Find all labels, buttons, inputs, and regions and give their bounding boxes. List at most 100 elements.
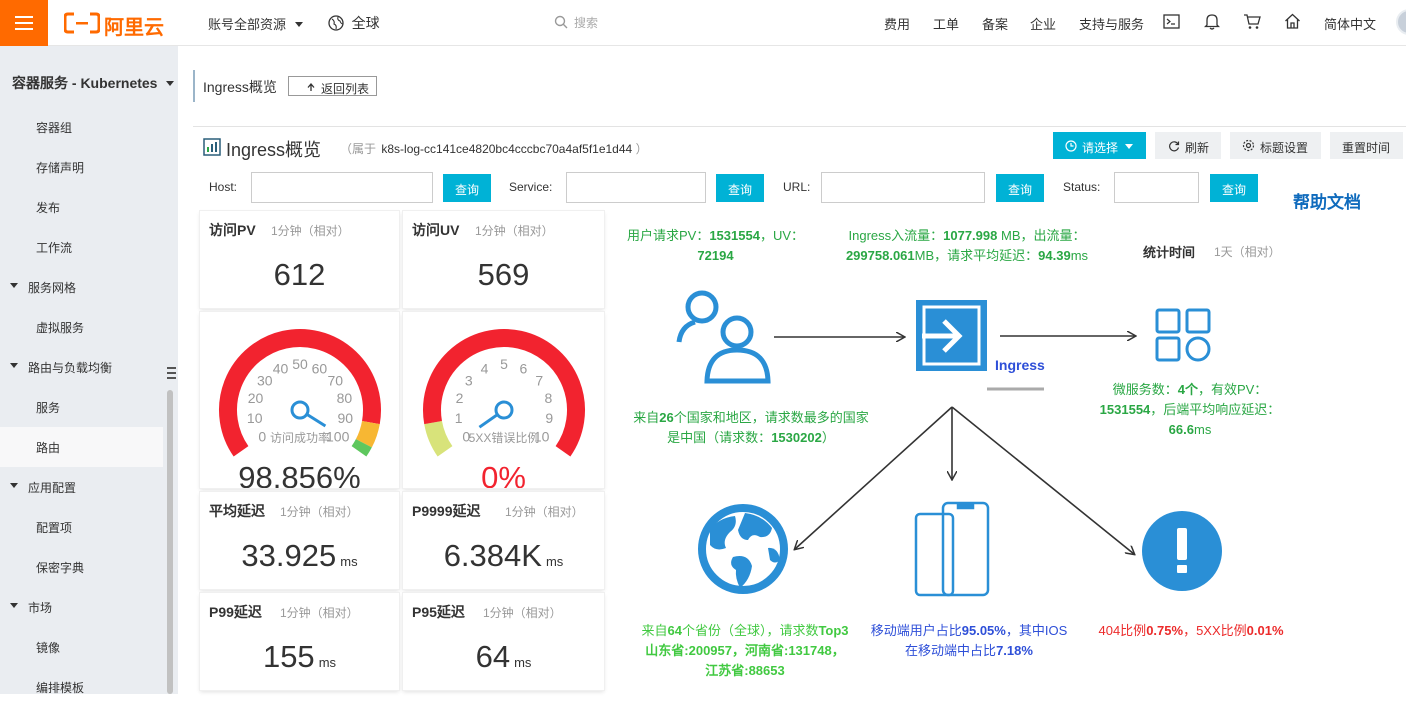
sidebar-group[interactable]: 市场 — [0, 587, 163, 627]
dashboard-icon — [203, 138, 221, 156]
search-box[interactable]: 搜索 — [554, 13, 754, 33]
nav-tickets[interactable]: 工单 — [933, 14, 959, 33]
gauge-tick-label: 1 — [455, 410, 463, 426]
ingress-icon — [916, 300, 987, 371]
service-filter-input[interactable] — [566, 172, 706, 203]
nav-icp[interactable]: 备案 — [982, 14, 1008, 33]
host-filter-input[interactable] — [251, 172, 433, 203]
pv-card: 访问PV 1分钟（相对） 612 — [200, 211, 399, 308]
service-query-button[interactable]: 查询 — [716, 174, 764, 202]
host-query-button[interactable]: 查询 — [443, 174, 491, 202]
back-arrow-icon — [307, 83, 315, 91]
gauge-label: 5XX错误比例 — [469, 431, 540, 445]
sidebar-item[interactable]: 路由 — [0, 427, 163, 467]
back-to-list-button[interactable]: 返回列表 — [288, 76, 377, 96]
mobile-devices-icon — [914, 501, 990, 597]
avatar[interactable] — [1396, 9, 1406, 35]
terminal-icon[interactable] — [1163, 14, 1180, 29]
sidebar-group[interactable]: 应用配置 — [0, 467, 163, 507]
text-part: ，后端平均响应延迟： — [1150, 402, 1281, 417]
gauge-tick-label: 90 — [338, 410, 354, 426]
user-requests-text: 用户请求PV：1531554，UV： 72194 — [613, 226, 818, 266]
sidebar-item[interactable]: 容器组 — [0, 107, 163, 147]
breadcrumb-title: Ingress概览 — [203, 79, 277, 95]
service-count: 4个 — [1177, 382, 1198, 397]
refresh-button[interactable]: 刷新 — [1155, 132, 1221, 159]
language-selector[interactable]: 简体中文 — [1324, 14, 1376, 33]
cart-icon[interactable] — [1243, 13, 1261, 30]
gauge-tick-label: 70 — [327, 372, 343, 388]
time-select-label: 请选择 — [1082, 141, 1119, 155]
sidebar-item[interactable]: 服务 — [0, 387, 163, 427]
card-unit: ms — [318, 655, 337, 670]
chevron-down-icon — [294, 22, 303, 27]
card-time-range: 1分钟（相对） — [483, 606, 562, 620]
status-query-button[interactable]: 查询 — [1210, 174, 1258, 202]
menu-icon-line — [15, 16, 33, 18]
sidebar-item[interactable]: 配置项 — [0, 507, 163, 547]
gauge-tick-label: 10 — [247, 410, 263, 426]
card-time-range: 1分钟（相对） — [475, 224, 554, 238]
text-part: ，有效PV： — [1197, 382, 1268, 397]
sidebar-item[interactable]: 发布 — [0, 187, 163, 227]
card-title: P95延迟 — [412, 604, 465, 620]
status-filter-input[interactable] — [1114, 172, 1199, 203]
card-title: 平均延迟 — [209, 503, 265, 519]
reset-time-label: 重置时间 — [1342, 141, 1391, 155]
backend-latency: 66.6 — [1168, 422, 1194, 437]
account-resources-label: 账号全部资源 — [208, 17, 287, 32]
sidebar-scrollbar[interactable] — [167, 390, 173, 694]
host-filter-label: Host: — [209, 180, 238, 194]
sidebar-title[interactable]: 容器服务 - Kubernetes — [12, 73, 175, 93]
card-title: P9999延迟 — [412, 503, 481, 519]
sidebar-item[interactable]: 虚拟服务 — [0, 307, 163, 347]
text-part: ms — [1070, 248, 1089, 263]
url-filter-label: URL: — [783, 180, 811, 194]
bell-icon[interactable] — [1204, 13, 1220, 30]
nav-billing[interactable]: 费用 — [884, 14, 910, 33]
gauge-tick-label: 30 — [257, 372, 273, 388]
breadcrumb-accent — [193, 70, 195, 102]
region-label: 全球 — [351, 15, 380, 31]
url-filter-input[interactable] — [821, 172, 985, 203]
sidebar-item-label: 路由与负载均衡 — [28, 361, 113, 375]
sidebar-collapse-icon[interactable] — [165, 364, 177, 382]
search-icon — [554, 15, 568, 29]
country-count: 26 — [659, 410, 674, 425]
sidebar-group[interactable]: 服务网格 — [0, 267, 163, 307]
title-settings-button[interactable]: 标题设置 — [1230, 132, 1321, 159]
service-filter-label: Service: — [509, 180, 553, 194]
sidebar-item[interactable]: 工作流 — [0, 227, 163, 267]
search-input[interactable]: 搜索 — [574, 14, 598, 31]
reset-time-button[interactable]: 重置时间 — [1330, 132, 1403, 159]
chevron-down-icon — [10, 603, 18, 608]
menu-button[interactable] — [0, 0, 48, 46]
time-select-button[interactable]: 请选择 — [1053, 132, 1146, 159]
sidebar-item[interactable]: 保密字典 — [0, 547, 163, 587]
stat-time-value[interactable]: 1天（相对） — [1214, 243, 1281, 260]
sidebar-item[interactable]: 镜像 — [0, 627, 163, 667]
home-icon[interactable] — [1284, 13, 1301, 29]
aliyun-logo[interactable]: 阿里云 — [64, 9, 174, 39]
belongs-prefix: （属于 — [340, 142, 377, 156]
url-query-label: 查询 — [1008, 183, 1033, 197]
sidebar-item[interactable]: 存储声明 — [0, 147, 163, 187]
globe-icon — [698, 504, 788, 594]
project-name[interactable]: k8s-log-cc141ce4820bc4cccbc70a4af5f1e1d4… — [381, 142, 632, 156]
logo-mark-icon — [64, 12, 100, 34]
sidebar-group[interactable]: 路由与负载均衡 — [0, 347, 163, 387]
region-selector[interactable]: 全球 — [328, 13, 380, 33]
gauge-tick-label: 5 — [500, 356, 508, 372]
nav-support[interactable]: 支持与服务 — [1079, 14, 1144, 33]
sidebar-item[interactable]: 编排模板 — [0, 667, 163, 707]
back-to-list-label: 返回列表 — [321, 82, 370, 96]
ingress-traffic-text: Ingress入流量：1077.998 MB，出流量： 299758.061MB，… — [838, 226, 1096, 266]
card-time-range: 1分钟（相对） — [505, 505, 584, 519]
card-value-row: 33.925 ms — [200, 538, 399, 574]
nav-enterprise[interactable]: 企业 — [1030, 14, 1056, 33]
sidebar: 容器服务 - Kubernetes 容器组 存储声明 发布 工作流 服务网格 虚拟服务路由… — [0, 46, 178, 695]
account-resources-dropdown[interactable]: 账号全部资源 — [208, 14, 303, 33]
sidebar-item-label: 保密字典 — [36, 561, 85, 575]
menu-icon-line — [15, 28, 33, 30]
url-query-button[interactable]: 查询 — [996, 174, 1044, 202]
